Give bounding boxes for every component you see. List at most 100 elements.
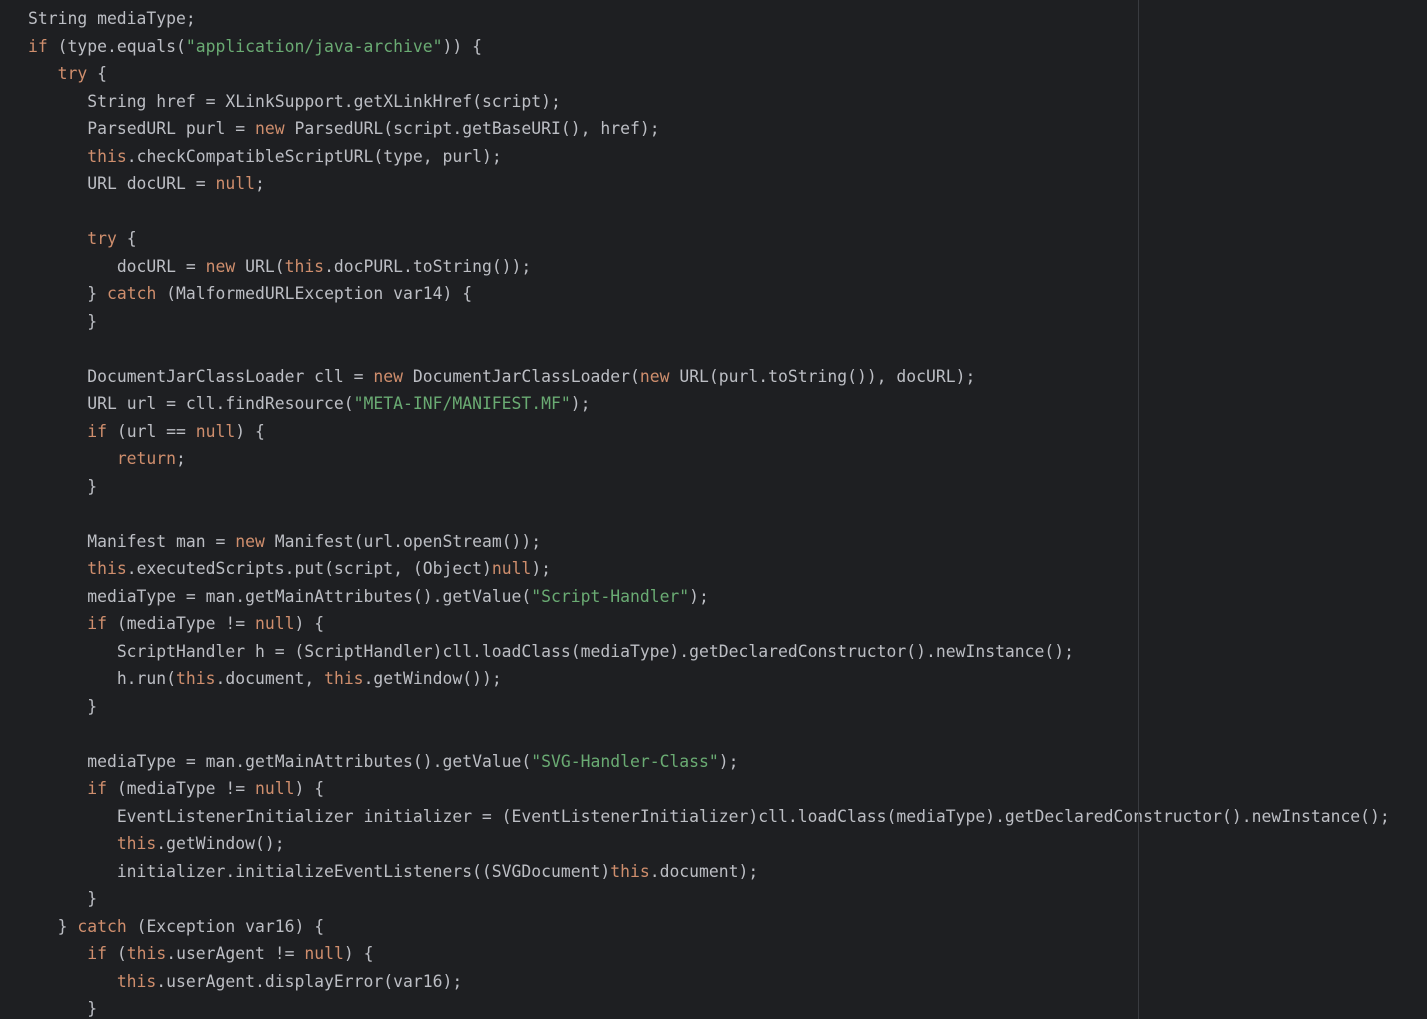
- code-token: (Exception var16) {: [126, 916, 325, 936]
- code-token: ScriptHandler h = (ScriptHandler)cll.loa…: [116, 641, 1075, 661]
- keyword-token: this: [116, 834, 157, 853]
- code-token: EventListenerInitializer initializer = (…: [116, 806, 1390, 826]
- code-token: URL url = cll.findResource(: [87, 394, 354, 413]
- code-line: if (type.equals("application/java-archiv…: [28, 33, 1390, 61]
- code-token: docURL =: [116, 256, 206, 276]
- code-token: .checkCompatibleScriptURL(type, purl);: [126, 146, 502, 166]
- keyword-token: this: [176, 669, 216, 688]
- code-token: String href = XLinkSupport.getXLinkHref(…: [87, 91, 561, 111]
- code-token: }: [87, 889, 98, 908]
- code-token: (MalformedURLException var14) {: [156, 284, 473, 303]
- keyword-token: new: [373, 366, 403, 386]
- keyword-token: this: [116, 971, 157, 991]
- code-token: ParsedURL purl =: [87, 119, 255, 138]
- code-token: (: [106, 944, 127, 963]
- code-line: } catch (MalformedURLException var14) {: [28, 280, 1390, 308]
- code-token: ) {: [343, 944, 374, 963]
- code-token: .getWindow();: [156, 834, 285, 853]
- code-line: ScriptHandler h = (ScriptHandler)cll.loa…: [28, 638, 1390, 666]
- code-line: String href = XLinkSupport.getXLinkHref(…: [28, 88, 1390, 116]
- keyword-token: null: [304, 944, 344, 963]
- code-token: }: [87, 311, 98, 331]
- code-token: (mediaType !=: [106, 614, 255, 633]
- code-token: mediaType = man.getMainAttributes().getV…: [87, 751, 532, 771]
- keyword-token: this: [87, 559, 127, 578]
- code-line: h.run(this.document, this.getWindow());: [28, 665, 1390, 693]
- code-line: this.executedScripts.put(script, (Object…: [28, 555, 1390, 583]
- code-token: ) {: [235, 421, 265, 441]
- code-line: this.checkCompatibleScriptURL(type, purl…: [28, 143, 1390, 171]
- code-text-area[interactable]: String mediaType; if (type.equals("applic…: [28, 5, 1390, 1019]
- keyword-token: new: [639, 366, 670, 386]
- code-token: ;: [255, 174, 265, 193]
- code-line: ParsedURL purl = new ParsedURL(script.ge…: [28, 115, 1390, 143]
- code-line: if (mediaType != null) {: [28, 775, 1390, 803]
- code-token: }: [87, 284, 107, 303]
- code-token: .userAgent !=: [166, 944, 305, 963]
- code-token: Manifest man =: [87, 531, 236, 551]
- keyword-token: null: [491, 559, 532, 578]
- keyword-token: try: [87, 229, 117, 248]
- keyword-token: this: [284, 256, 325, 276]
- code-line: URL url = cll.findResource("META-INF/MAN…: [28, 390, 1390, 418]
- code-token: .docPURL.toString());: [324, 256, 532, 276]
- code-line: EventListenerInitializer initializer = (…: [28, 803, 1390, 831]
- code-token: ) {: [294, 779, 325, 798]
- code-line: mediaType = man.getMainAttributes().getV…: [28, 583, 1390, 611]
- keyword-token: if: [87, 779, 107, 798]
- keyword-token: new: [235, 531, 265, 551]
- code-line: if (mediaType != null) {: [28, 610, 1390, 638]
- keyword-token: catch: [106, 284, 157, 303]
- keyword-token: if: [87, 421, 107, 441]
- code-token: initializer.initializeEventListeners((SV…: [116, 861, 611, 881]
- code-line: try {: [28, 225, 1390, 253]
- code-token: }: [87, 696, 98, 716]
- code-line: if (this.userAgent != null) {: [28, 940, 1390, 968]
- code-token: }: [57, 916, 78, 936]
- code-token: mediaType = man.getMainAttributes().getV…: [87, 586, 532, 606]
- keyword-token: try: [57, 64, 88, 83]
- code-token: ;: [176, 449, 186, 468]
- keyword-token: new: [205, 256, 236, 276]
- code-line: DocumentJarClassLoader cll = new Documen…: [28, 363, 1390, 391]
- code-line: String mediaType;: [28, 5, 1390, 33]
- code-token: {: [87, 64, 107, 83]
- keyword-token: null: [195, 421, 236, 441]
- code-token: );: [570, 394, 591, 413]
- code-token: (url ==: [106, 421, 196, 441]
- keyword-token: this: [87, 146, 127, 166]
- keyword-token: null: [255, 614, 295, 633]
- string-token: "META-INF/MANIFEST.MF": [353, 394, 571, 413]
- code-token: URL docURL =: [87, 174, 216, 193]
- code-token: DocumentJarClassLoader(: [403, 366, 640, 386]
- keyword-token: null: [215, 174, 255, 193]
- code-token: }: [87, 476, 98, 496]
- string-token: "Script-Handler": [531, 586, 690, 606]
- code-line: }: [28, 885, 1390, 913]
- code-token: (mediaType !=: [106, 779, 255, 798]
- code-token: ParsedURL(script.getBaseURI(), href);: [284, 119, 660, 138]
- code-token: (type.equals(: [47, 36, 186, 56]
- code-token: );: [689, 586, 709, 606]
- code-line: this.getWindow();: [28, 830, 1390, 858]
- code-line: }: [28, 693, 1390, 721]
- code-editor[interactable]: String mediaType; if (type.equals("applic…: [0, 0, 1427, 1019]
